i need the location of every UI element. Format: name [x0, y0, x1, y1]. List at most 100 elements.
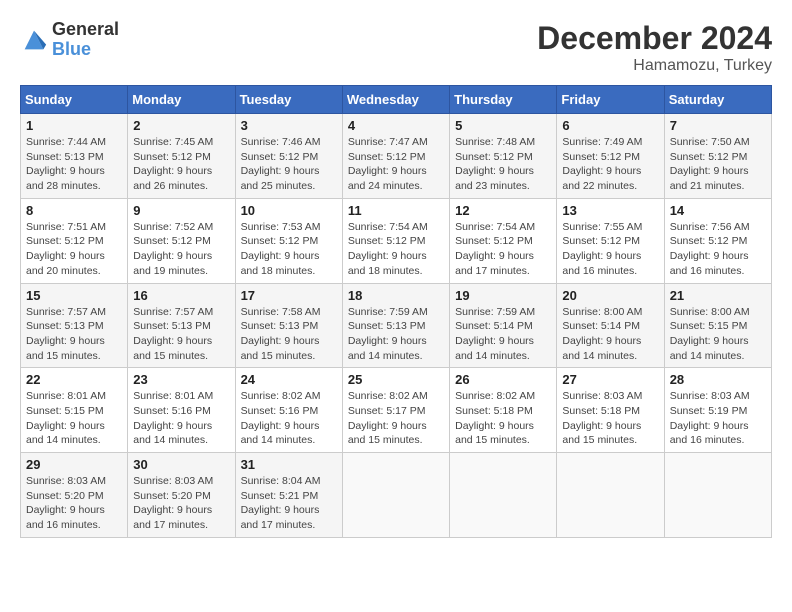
day-number: 20: [562, 288, 658, 303]
logo-general: General: [52, 20, 119, 40]
calendar-cell: [557, 453, 664, 538]
day-info: Sunrise: 8:01 AM Sunset: 5:16 PM Dayligh…: [133, 389, 229, 448]
calendar-cell: 7 Sunrise: 7:50 AM Sunset: 5:12 PM Dayli…: [664, 114, 771, 199]
calendar-cell: 14 Sunrise: 7:56 AM Sunset: 5:12 PM Dayl…: [664, 198, 771, 283]
calendar-cell: [342, 453, 449, 538]
calendar-cell: 2 Sunrise: 7:45 AM Sunset: 5:12 PM Dayli…: [128, 114, 235, 199]
day-number: 6: [562, 118, 658, 133]
calendar-week-2: 8 Sunrise: 7:51 AM Sunset: 5:12 PM Dayli…: [21, 198, 772, 283]
day-info: Sunrise: 7:44 AM Sunset: 5:13 PM Dayligh…: [26, 135, 122, 194]
day-info: Sunrise: 8:03 AM Sunset: 5:18 PM Dayligh…: [562, 389, 658, 448]
calendar-week-4: 22 Sunrise: 8:01 AM Sunset: 5:15 PM Dayl…: [21, 368, 772, 453]
day-info: Sunrise: 7:59 AM Sunset: 5:14 PM Dayligh…: [455, 305, 551, 364]
day-number: 21: [670, 288, 766, 303]
day-number: 17: [241, 288, 337, 303]
day-info: Sunrise: 8:04 AM Sunset: 5:21 PM Dayligh…: [241, 474, 337, 533]
day-info: Sunrise: 7:54 AM Sunset: 5:12 PM Dayligh…: [455, 220, 551, 279]
day-number: 28: [670, 372, 766, 387]
day-number: 4: [348, 118, 444, 133]
day-info: Sunrise: 8:02 AM Sunset: 5:17 PM Dayligh…: [348, 389, 444, 448]
col-saturday: Saturday: [664, 86, 771, 114]
calendar-body: 1 Sunrise: 7:44 AM Sunset: 5:13 PM Dayli…: [21, 114, 772, 538]
day-info: Sunrise: 8:03 AM Sunset: 5:20 PM Dayligh…: [26, 474, 122, 533]
day-number: 29: [26, 457, 122, 472]
day-number: 19: [455, 288, 551, 303]
calendar-cell: 21 Sunrise: 8:00 AM Sunset: 5:15 PM Dayl…: [664, 283, 771, 368]
title-block: December 2024 Hamamozu, Turkey: [537, 20, 772, 75]
day-info: Sunrise: 7:46 AM Sunset: 5:12 PM Dayligh…: [241, 135, 337, 194]
day-info: Sunrise: 7:50 AM Sunset: 5:12 PM Dayligh…: [670, 135, 766, 194]
day-number: 31: [241, 457, 337, 472]
calendar-cell: 8 Sunrise: 7:51 AM Sunset: 5:12 PM Dayli…: [21, 198, 128, 283]
day-number: 14: [670, 203, 766, 218]
day-info: Sunrise: 7:52 AM Sunset: 5:12 PM Dayligh…: [133, 220, 229, 279]
calendar-week-3: 15 Sunrise: 7:57 AM Sunset: 5:13 PM Dayl…: [21, 283, 772, 368]
day-info: Sunrise: 8:01 AM Sunset: 5:15 PM Dayligh…: [26, 389, 122, 448]
calendar-cell: 3 Sunrise: 7:46 AM Sunset: 5:12 PM Dayli…: [235, 114, 342, 199]
calendar-cell: 30 Sunrise: 8:03 AM Sunset: 5:20 PM Dayl…: [128, 453, 235, 538]
day-number: 18: [348, 288, 444, 303]
logo-blue: Blue: [52, 40, 119, 60]
day-number: 16: [133, 288, 229, 303]
calendar-cell: 23 Sunrise: 8:01 AM Sunset: 5:16 PM Dayl…: [128, 368, 235, 453]
day-number: 25: [348, 372, 444, 387]
day-number: 23: [133, 372, 229, 387]
day-info: Sunrise: 8:00 AM Sunset: 5:14 PM Dayligh…: [562, 305, 658, 364]
day-info: Sunrise: 7:48 AM Sunset: 5:12 PM Dayligh…: [455, 135, 551, 194]
day-info: Sunrise: 7:53 AM Sunset: 5:12 PM Dayligh…: [241, 220, 337, 279]
calendar-cell: 13 Sunrise: 7:55 AM Sunset: 5:12 PM Dayl…: [557, 198, 664, 283]
day-info: Sunrise: 7:57 AM Sunset: 5:13 PM Dayligh…: [133, 305, 229, 364]
day-number: 9: [133, 203, 229, 218]
day-info: Sunrise: 8:02 AM Sunset: 5:18 PM Dayligh…: [455, 389, 551, 448]
calendar-table: Sunday Monday Tuesday Wednesday Thursday…: [20, 85, 772, 538]
day-number: 10: [241, 203, 337, 218]
logo-text: General Blue: [52, 20, 119, 60]
calendar-cell: 25 Sunrise: 8:02 AM Sunset: 5:17 PM Dayl…: [342, 368, 449, 453]
calendar-cell: 22 Sunrise: 8:01 AM Sunset: 5:15 PM Dayl…: [21, 368, 128, 453]
day-info: Sunrise: 7:59 AM Sunset: 5:13 PM Dayligh…: [348, 305, 444, 364]
header-row: Sunday Monday Tuesday Wednesday Thursday…: [21, 86, 772, 114]
logo-icon: [20, 26, 48, 54]
day-number: 26: [455, 372, 551, 387]
col-tuesday: Tuesday: [235, 86, 342, 114]
day-number: 22: [26, 372, 122, 387]
calendar-cell: 26 Sunrise: 8:02 AM Sunset: 5:18 PM Dayl…: [450, 368, 557, 453]
page-header: General Blue December 2024 Hamamozu, Tur…: [20, 20, 772, 75]
calendar-cell: 12 Sunrise: 7:54 AM Sunset: 5:12 PM Dayl…: [450, 198, 557, 283]
day-info: Sunrise: 7:45 AM Sunset: 5:12 PM Dayligh…: [133, 135, 229, 194]
day-info: Sunrise: 8:02 AM Sunset: 5:16 PM Dayligh…: [241, 389, 337, 448]
day-info: Sunrise: 7:54 AM Sunset: 5:12 PM Dayligh…: [348, 220, 444, 279]
calendar-cell: 24 Sunrise: 8:02 AM Sunset: 5:16 PM Dayl…: [235, 368, 342, 453]
day-info: Sunrise: 7:47 AM Sunset: 5:12 PM Dayligh…: [348, 135, 444, 194]
col-thursday: Thursday: [450, 86, 557, 114]
calendar-week-5: 29 Sunrise: 8:03 AM Sunset: 5:20 PM Dayl…: [21, 453, 772, 538]
calendar-cell: 11 Sunrise: 7:54 AM Sunset: 5:12 PM Dayl…: [342, 198, 449, 283]
calendar-cell: 4 Sunrise: 7:47 AM Sunset: 5:12 PM Dayli…: [342, 114, 449, 199]
calendar-cell: [450, 453, 557, 538]
col-wednesday: Wednesday: [342, 86, 449, 114]
col-sunday: Sunday: [21, 86, 128, 114]
day-info: Sunrise: 7:51 AM Sunset: 5:12 PM Dayligh…: [26, 220, 122, 279]
calendar-cell: 5 Sunrise: 7:48 AM Sunset: 5:12 PM Dayli…: [450, 114, 557, 199]
calendar-cell: [664, 453, 771, 538]
calendar-cell: 6 Sunrise: 7:49 AM Sunset: 5:12 PM Dayli…: [557, 114, 664, 199]
day-number: 13: [562, 203, 658, 218]
day-number: 12: [455, 203, 551, 218]
day-number: 30: [133, 457, 229, 472]
calendar-cell: 27 Sunrise: 8:03 AM Sunset: 5:18 PM Dayl…: [557, 368, 664, 453]
calendar-header: Sunday Monday Tuesday Wednesday Thursday…: [21, 86, 772, 114]
day-number: 7: [670, 118, 766, 133]
calendar-week-1: 1 Sunrise: 7:44 AM Sunset: 5:13 PM Dayli…: [21, 114, 772, 199]
col-monday: Monday: [128, 86, 235, 114]
day-number: 2: [133, 118, 229, 133]
calendar-cell: 18 Sunrise: 7:59 AM Sunset: 5:13 PM Dayl…: [342, 283, 449, 368]
logo: General Blue: [20, 20, 119, 60]
day-info: Sunrise: 7:57 AM Sunset: 5:13 PM Dayligh…: [26, 305, 122, 364]
day-info: Sunrise: 8:00 AM Sunset: 5:15 PM Dayligh…: [670, 305, 766, 364]
calendar-cell: 15 Sunrise: 7:57 AM Sunset: 5:13 PM Dayl…: [21, 283, 128, 368]
day-info: Sunrise: 7:49 AM Sunset: 5:12 PM Dayligh…: [562, 135, 658, 194]
day-number: 8: [26, 203, 122, 218]
day-info: Sunrise: 8:03 AM Sunset: 5:19 PM Dayligh…: [670, 389, 766, 448]
calendar-cell: 1 Sunrise: 7:44 AM Sunset: 5:13 PM Dayli…: [21, 114, 128, 199]
calendar-cell: 10 Sunrise: 7:53 AM Sunset: 5:12 PM Dayl…: [235, 198, 342, 283]
